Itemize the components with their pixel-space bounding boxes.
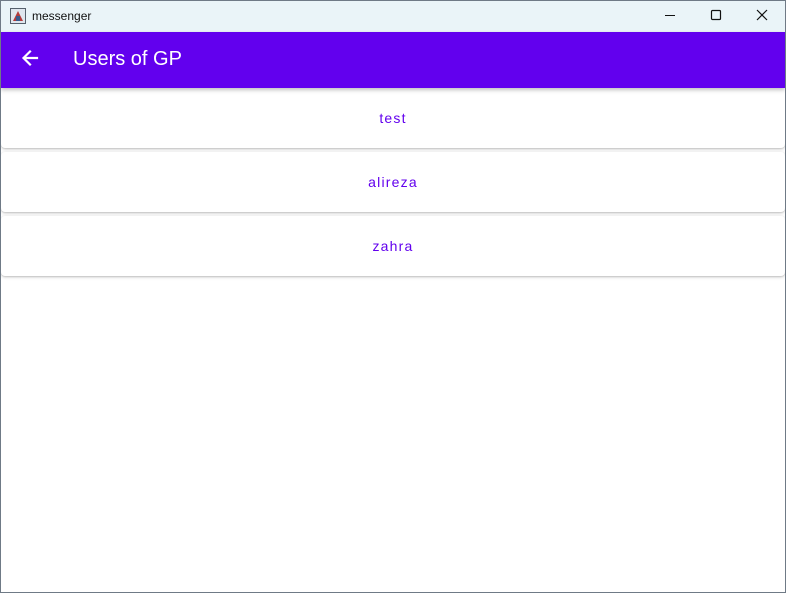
minimize-icon [664,8,676,26]
user-name: zahra [372,238,414,254]
user-name: test [379,110,407,126]
app-bar: Users of GP [1,32,785,88]
users-list: test alireza zahra [1,88,785,280]
user-card-test[interactable]: test [1,88,785,148]
java-app-icon [10,8,26,24]
user-name: alireza [368,174,418,190]
user-card-alireza[interactable]: alireza [1,152,785,212]
user-card-zahra[interactable]: zahra [1,216,785,276]
back-button[interactable] [11,41,49,79]
page-title: Users of GP [73,48,182,70]
minimize-button[interactable] [647,1,693,32]
window-titlebar[interactable]: messenger [1,1,785,32]
close-icon [756,8,768,26]
arrow-back-icon [20,48,40,73]
window-title: messenger [32,9,92,23]
app-window: messenger Users of GP test alireza zahra [0,0,786,593]
maximize-button[interactable] [693,1,739,32]
maximize-icon [710,8,722,26]
close-button[interactable] [739,1,785,32]
